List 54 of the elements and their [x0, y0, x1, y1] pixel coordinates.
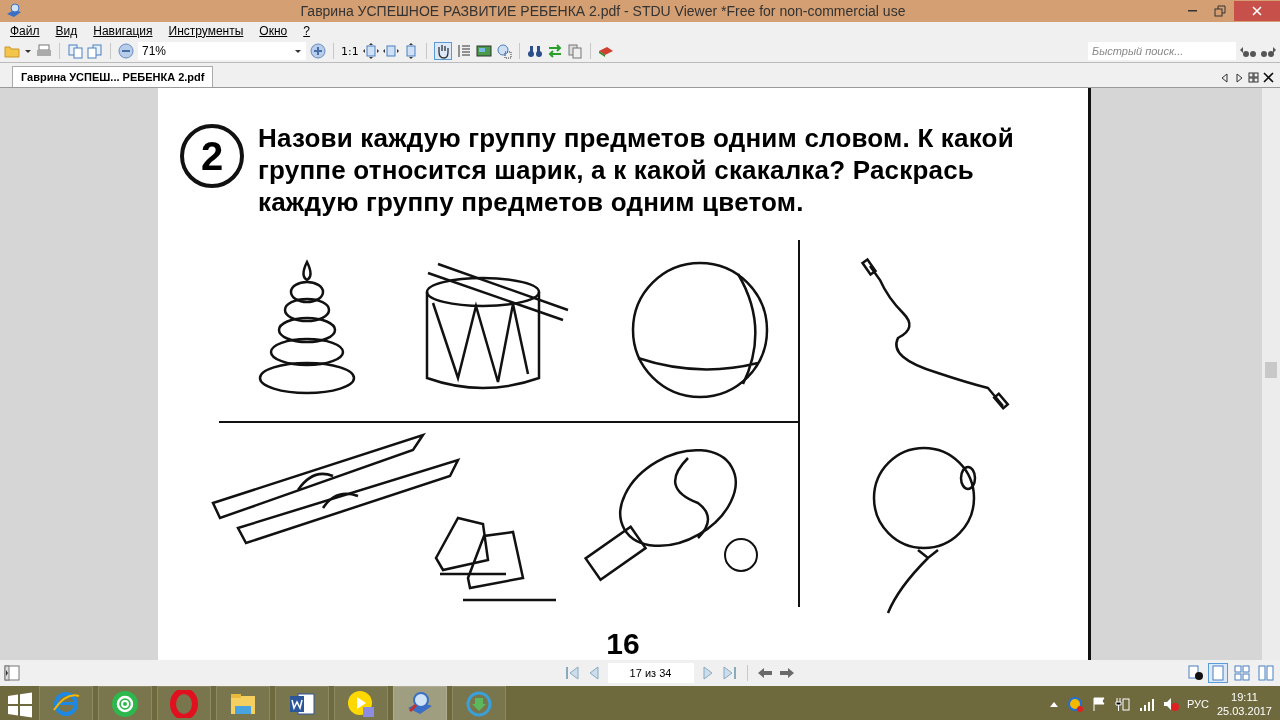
zoom-area-icon[interactable]: [495, 43, 512, 59]
fit-page-icon[interactable]: [362, 43, 379, 59]
signal-bars-icon[interactable]: [1138, 696, 1155, 712]
document-tab[interactable]: Гаврина УСПЕШ... РЕБЕНКА 2.pdf: [12, 66, 214, 87]
restore-icon: [1214, 5, 1226, 17]
zoom-in-icon[interactable]: [310, 43, 326, 59]
forward-arrow-icon[interactable]: [778, 665, 795, 681]
swap-arrows-icon[interactable]: [546, 43, 563, 59]
binoculars-icon[interactable]: [526, 43, 543, 59]
dropdown-caret-icon: [294, 47, 302, 55]
zoom-dropdown[interactable]: 71%: [138, 42, 306, 60]
page-number: 16: [605, 628, 641, 660]
menu-item[interactable]: Навигация: [85, 24, 161, 38]
pages-arrow-icon[interactable]: [87, 43, 103, 59]
close-icon: [1251, 5, 1263, 17]
browser-e-icon[interactable]: [52, 690, 80, 718]
quick-search-field[interactable]: Быстрый поиск...: [1088, 42, 1236, 60]
menu-item[interactable]: Файл: [2, 24, 48, 38]
view-mode-icon[interactable]: [1257, 664, 1275, 682]
globe-error-icon[interactable]: [1066, 696, 1083, 712]
tab-list-icon[interactable]: [1248, 72, 1259, 83]
scrollbar-thumb[interactable]: [1265, 362, 1277, 378]
minimize-icon: [1187, 10, 1197, 12]
menu-item[interactable]: Вид: [47, 24, 86, 38]
speaker-muted-icon[interactable]: [1162, 696, 1179, 712]
copy-icon[interactable]: [566, 43, 583, 59]
menu-item[interactable]: Окно: [251, 24, 296, 38]
language-indicator[interactable]: РУС: [1186, 698, 1209, 710]
back-arrow-icon[interactable]: [756, 665, 773, 681]
previous-tab-icon[interactable]: [1220, 72, 1230, 83]
sidebar-toggle-icon[interactable]: [4, 665, 20, 681]
magnifier-book-icon: [6, 1, 22, 18]
start-windows-icon[interactable]: [6, 690, 34, 718]
dropdown-caret-icon[interactable]: [24, 47, 32, 55]
pages-arrow-icon[interactable]: [67, 43, 83, 59]
close-icon[interactable]: [1263, 72, 1274, 83]
menu-item[interactable]: ?: [295, 24, 318, 38]
actual-size-button[interactable]: 1:1: [341, 44, 359, 58]
image-select-icon[interactable]: [475, 43, 492, 59]
page-number-field[interactable]: 17 из 34: [607, 663, 694, 683]
view-mode-icon[interactable]: [1233, 664, 1251, 682]
close-button[interactable]: [1234, 1, 1280, 21]
zoom-out-icon[interactable]: [118, 43, 134, 59]
window-title: Гаврина УСПЕШНОЕ РАЗВИТИЕ РЕБЕНКА 2.pdf - STDU Viewer *Free for non-commercial use: [299, 3, 907, 19]
page-contrast-icon[interactable]: [1188, 665, 1204, 681]
flag-icon[interactable]: [1090, 696, 1107, 712]
task-instruction: Назови каждую группу предметов одним словом. К какой группе относится шарик, а к какой скакалка? Раскрась каждую группу предметов одним цветом.: [258, 122, 1014, 218]
task-number: 2: [180, 124, 244, 188]
battery-plug-icon[interactable]: [1114, 696, 1131, 712]
play-pause-icon[interactable]: [347, 690, 375, 718]
menu-item[interactable]: Инструменты: [160, 24, 252, 38]
next-tab-icon[interactable]: [1234, 72, 1244, 83]
document-w-icon[interactable]: [288, 690, 316, 718]
clock[interactable]: 19:11 25.03.2017: [1216, 690, 1272, 718]
